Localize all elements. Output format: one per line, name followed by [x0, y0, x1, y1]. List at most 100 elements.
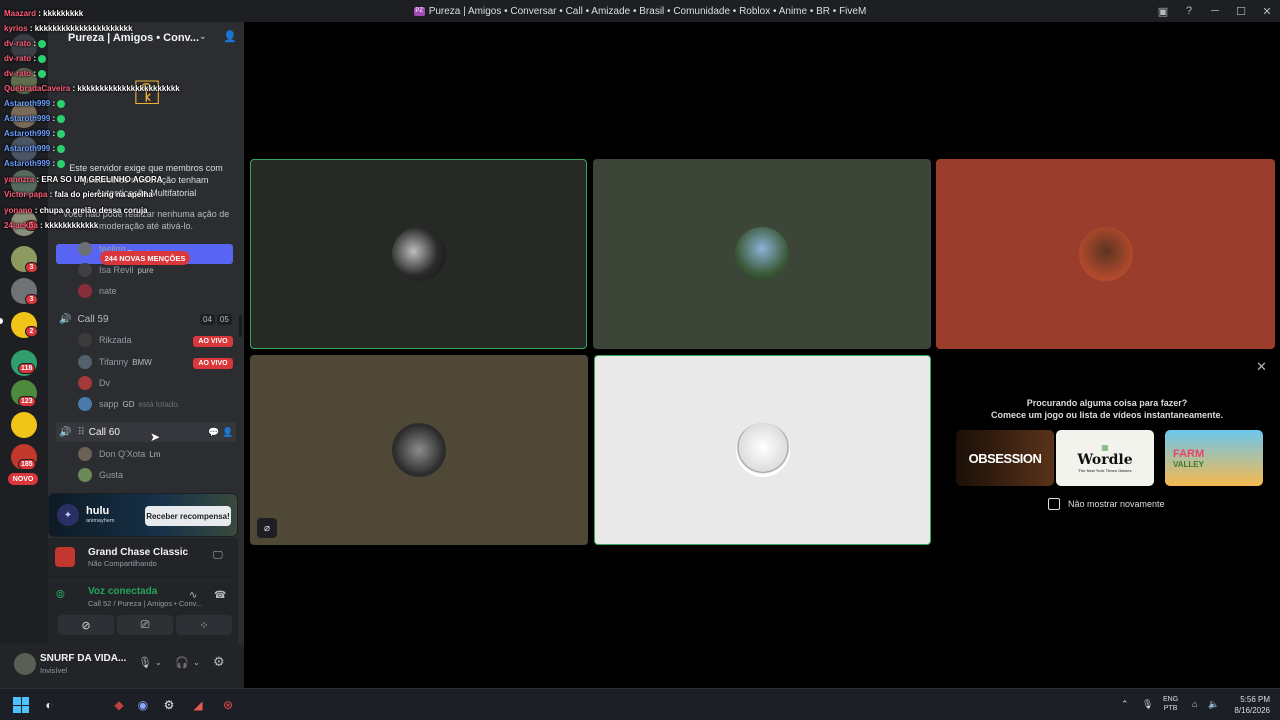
time: 5:56 PM — [1240, 695, 1270, 704]
network-icon[interactable]: ⌂ — [1192, 699, 1197, 709]
game-card-obsession[interactable]: OBSESSION — [956, 430, 1054, 486]
speaker-icon: 🔊 — [59, 426, 72, 438]
voice-member[interactable]: Gusta — [78, 466, 123, 484]
maximize-icon[interactable]: ☐ — [1228, 0, 1254, 22]
add-member-icon[interactable]: 👤 — [223, 30, 237, 43]
volume-icon[interactable]: 🔈 — [1208, 699, 1219, 710]
dont-show-again-checkbox[interactable] — [1048, 498, 1060, 510]
new-servers-badge[interactable]: NOVO — [8, 473, 38, 485]
avatar — [78, 397, 92, 411]
server-icon-3[interactable] — [11, 102, 37, 128]
chevron-down-icon[interactable]: ⌄ — [193, 658, 200, 667]
game-card-wordle[interactable]: ▦ Wordle The New York Times Games — [1056, 430, 1154, 486]
avatar — [78, 447, 92, 461]
disconnect-icon[interactable]: ☎ — [214, 590, 226, 601]
signal-icon[interactable]: ⦾ — [56, 589, 65, 602]
server-icon-1[interactable] — [11, 34, 37, 60]
scrollbar[interactable] — [239, 315, 242, 337]
app-window: PZ Pureza | Amigos • Conversar • Call • … — [0, 0, 1280, 720]
activity-heading: Procurando alguma coisa para fazer? — [1026, 398, 1188, 408]
voice-member[interactable]: Tifanny BMW — [78, 353, 152, 371]
server-icon-4[interactable] — [11, 136, 37, 162]
server-icon-2[interactable] — [11, 68, 37, 94]
game-activity: Grand Chase Classic Não Compartilhando 🖵 — [48, 538, 238, 576]
lang-top: ENG — [1163, 696, 1179, 703]
voice-member[interactable]: nate — [78, 282, 117, 300]
activity-suggestions: ✕ Procurando alguma coisa para fazer? Co… — [936, 354, 1278, 544]
activity-subheading: Comece um jogo ou lista de vídeos instan… — [990, 410, 1224, 420]
video-tile[interactable] — [936, 159, 1275, 349]
unread-pill — [0, 318, 3, 324]
avatar — [735, 423, 790, 477]
game-card-farm[interactable]: FARM VALLEY — [1165, 430, 1263, 486]
avatar — [78, 263, 92, 277]
dont-show-again-label: Não mostrar novamente — [1068, 499, 1165, 509]
help-icon[interactable]: ? — [1176, 0, 1202, 22]
activities-button[interactable]: ⁘ — [176, 615, 232, 635]
app-icon[interactable]: ◆ — [110, 696, 128, 714]
clock[interactable]: 5:56 PM 8/16/2026 — [1228, 694, 1270, 716]
speaker-icon: 🔊 — [59, 313, 72, 325]
voice-member[interactable]: sapp GD está lotado. — [78, 395, 180, 413]
chat-icon[interactable]: 💬 — [208, 427, 219, 438]
mention-badge: 3 — [25, 294, 38, 305]
key-icon: ⚿ — [134, 74, 160, 112]
taskbar: ◐ ◆ ◉ ⚙ ◢ ⊛ ⌃ 🎙 ENG PTB ⌂ 🔈 5:56 PM 8/16… — [0, 688, 1280, 720]
server-icon-5[interactable] — [11, 170, 37, 196]
voice-member[interactable]: Don Q'Xota Lm — [78, 445, 160, 463]
share-screen-button[interactable]: ⎚ — [117, 615, 173, 635]
server-rail: 1 3 3 2 118 123 185 NOVO — [0, 22, 48, 688]
game-card-title: OBSESSION — [968, 450, 1042, 466]
steam-icon[interactable]: ⚙ — [160, 696, 178, 714]
member-name: Tifanny — [99, 357, 129, 367]
avatar — [78, 355, 92, 369]
microphone-icon[interactable]: 🎙 — [138, 656, 152, 669]
invite-icon[interactable]: 👤 — [222, 427, 233, 438]
member-name: Dv — [99, 378, 110, 388]
voice-member[interactable]: Dv — [78, 374, 110, 392]
video-tile[interactable] — [250, 159, 587, 349]
start-button[interactable] — [13, 697, 29, 713]
obs-icon[interactable]: ⊛ — [219, 696, 237, 714]
user-count: 04 — [200, 314, 215, 325]
app-icon[interactable]: ◐ — [40, 696, 58, 714]
lang-bottom: PTB — [1163, 705, 1178, 712]
server-icon-12[interactable] — [11, 412, 37, 438]
language-indicator[interactable]: ENG PTB — [1163, 695, 1178, 713]
close-icon[interactable]: ✕ — [1254, 0, 1280, 22]
discord-icon[interactable]: ◉ — [134, 696, 152, 714]
avatar — [391, 227, 446, 281]
close-icon[interactable]: ✕ — [1256, 359, 1267, 375]
server-logo-icon: PZ — [413, 6, 425, 16]
video-tile[interactable]: ⌀ — [250, 355, 588, 545]
avatar[interactable] — [14, 653, 36, 675]
voice-channel-call-60[interactable]: 🔊 ⠿ Call 60 💬 👤 — [56, 422, 236, 442]
chevron-down-icon[interactable]: ⌄ — [155, 658, 162, 667]
headphones-icon[interactable]: 🎧 — [175, 656, 189, 669]
gear-icon[interactable]: ⚙ — [213, 654, 225, 670]
window-title-text: Pureza | Amigos • Conversar • Call • Ami… — [428, 5, 867, 17]
member-name: nate — [99, 286, 117, 296]
voice-member[interactable]: Rikzada — [78, 331, 132, 349]
inbox-icon[interactable]: ▣ — [1150, 0, 1176, 22]
mention-badge: 118 — [18, 363, 36, 374]
username[interactable]: SNURF DA VIDA... — [40, 653, 126, 664]
voice-channel-path[interactable]: Call 52 / Pureza | Amigos • Conv... — [88, 599, 202, 608]
server-header[interactable]: Pureza | Amigos • Conv... ⌄ 👤 — [48, 22, 244, 54]
video-tile[interactable] — [593, 159, 931, 349]
microphone-icon[interactable]: 🎙 — [1142, 699, 1153, 710]
chevron-up-icon[interactable]: ⌃ — [1121, 699, 1129, 710]
user-limit: 05 — [216, 314, 232, 325]
claim-reward-button[interactable]: Receber recompensa! — [145, 506, 231, 526]
camera-off-button[interactable]: ⊘ — [58, 615, 114, 635]
title-bar: PZ Pureza | Amigos • Conversar • Call • … — [0, 0, 1280, 22]
noise-suppression-icon[interactable]: ∿ — [189, 590, 197, 601]
voice-member[interactable]: Isa Revil pure — [78, 261, 154, 279]
minimize-icon[interactable]: ─ — [1202, 0, 1228, 22]
game-card-title: Wordle — [1077, 452, 1133, 468]
window-controls: ▣ ? ─ ☐ ✕ — [1150, 0, 1280, 22]
stream-game-icon[interactable]: 🖵 — [213, 550, 223, 561]
app-icon[interactable]: ◢ — [189, 696, 207, 714]
avatar — [1078, 227, 1133, 281]
video-tile[interactable] — [594, 355, 931, 545]
